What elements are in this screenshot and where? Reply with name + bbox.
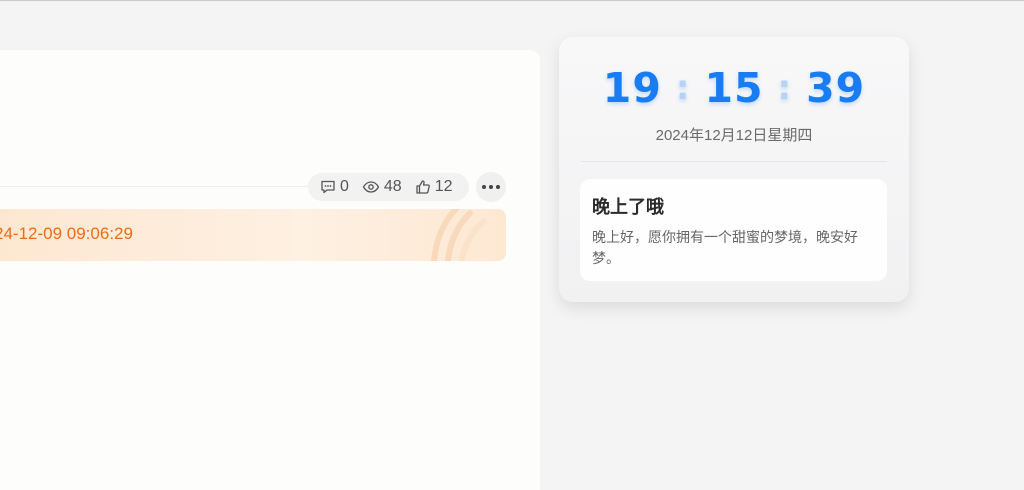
clock-seconds: 39 (806, 64, 866, 112)
comment-count: 0 (340, 178, 349, 195)
view-stat: 48 (362, 178, 402, 196)
clock-date: 2024年12月12日星期四 (655, 127, 813, 144)
comment-stat[interactable]: 0 (320, 178, 349, 196)
more-button[interactable] (476, 172, 506, 202)
like-stat[interactable]: 12 (415, 178, 453, 196)
clock-separator: : (675, 68, 691, 108)
post-panel: 0 48 12 24-12-09 09:06:29 (0, 50, 540, 490)
post-date: 24-12-09 09:06:29 (0, 224, 133, 243)
post-divider (0, 186, 318, 187)
greeting-card: 晚上了哦 晚上好，愿你拥有一个甜蜜的梦境，晚安好梦。 (580, 179, 887, 281)
decoration-icon (431, 209, 487, 261)
greeting-title: 晚上了哦 (592, 197, 664, 217)
top-border (0, 0, 1024, 1)
clock-divider (581, 161, 887, 162)
date-banner: 24-12-09 09:06:29 (0, 209, 506, 261)
view-count: 48 (383, 178, 402, 195)
post-stats: 0 48 12 (308, 173, 469, 201)
more-icon (481, 185, 502, 189)
eye-icon (362, 181, 380, 193)
digital-clock: 19 : 15 : 39 (559, 63, 909, 113)
clock-separator: : (777, 68, 793, 108)
like-count: 12 (434, 178, 453, 195)
comment-icon (321, 180, 335, 194)
clock-hours: 19 (602, 64, 662, 112)
clock-widget: 19 : 15 : 39 2024年12月12日星期四 晚上了哦 晚上好，愿你拥… (559, 37, 909, 302)
greeting-message: 晚上好，愿你拥有一个甜蜜的梦境，晚安好梦。 (592, 229, 858, 266)
clock-minutes: 15 (704, 64, 764, 112)
thumbs-up-icon (416, 180, 430, 194)
